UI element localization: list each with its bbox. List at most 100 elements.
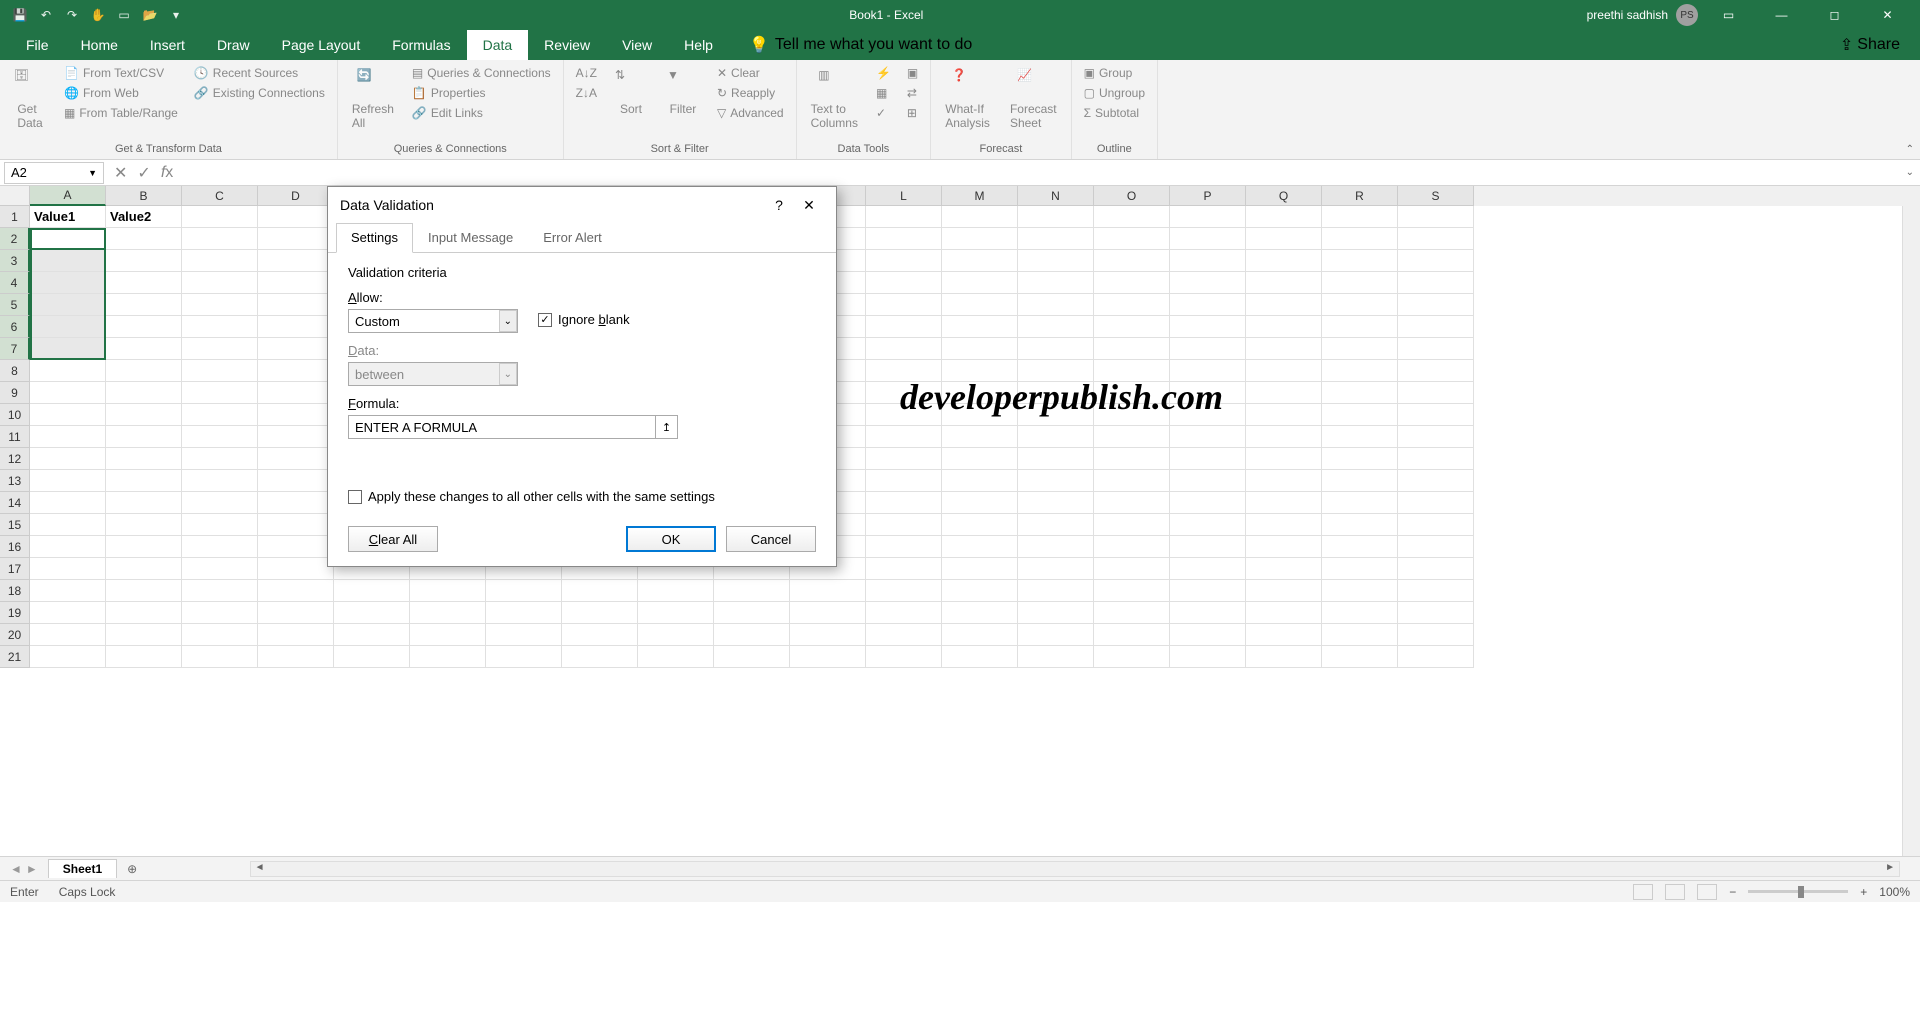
cell-S17[interactable] xyxy=(1398,558,1474,580)
cell-C11[interactable] xyxy=(182,426,258,448)
cell-S19[interactable] xyxy=(1398,602,1474,624)
zoom-slider[interactable] xyxy=(1748,890,1848,893)
sort-asc-button[interactable]: A↓Z xyxy=(572,64,601,82)
cell-B9[interactable] xyxy=(106,382,182,404)
zoom-level[interactable]: 100% xyxy=(1879,885,1910,899)
cell-Q17[interactable] xyxy=(1246,558,1322,580)
cell-B4[interactable] xyxy=(106,272,182,294)
cell-N6[interactable] xyxy=(1018,316,1094,338)
cell-R21[interactable] xyxy=(1322,646,1398,668)
advanced-filter-button[interactable]: ▽Advanced xyxy=(713,104,788,122)
cell-P5[interactable] xyxy=(1170,294,1246,316)
cell-O15[interactable] xyxy=(1094,514,1170,536)
cell-B21[interactable] xyxy=(106,646,182,668)
column-header-S[interactable]: S xyxy=(1398,186,1474,206)
cell-R19[interactable] xyxy=(1322,602,1398,624)
close-window-icon[interactable]: ✕ xyxy=(1865,0,1910,30)
cell-B17[interactable] xyxy=(106,558,182,580)
cell-S6[interactable] xyxy=(1398,316,1474,338)
column-header-A[interactable]: A xyxy=(30,186,106,206)
cell-R2[interactable] xyxy=(1322,228,1398,250)
column-header-N[interactable]: N xyxy=(1018,186,1094,206)
cell-S1[interactable] xyxy=(1398,206,1474,228)
row-header-15[interactable]: 15 xyxy=(0,514,30,536)
existing-connections-button[interactable]: 🔗Existing Connections xyxy=(190,84,329,102)
cell-L11[interactable] xyxy=(866,426,942,448)
cell-D16[interactable] xyxy=(258,536,334,558)
subtotal-button[interactable]: ΣSubtotal xyxy=(1080,104,1149,122)
relationships-button[interactable]: ⇄ xyxy=(903,84,922,102)
cell-G18[interactable] xyxy=(486,580,562,602)
dialog-tab-error-alert[interactable]: Error Alert xyxy=(528,223,617,252)
cell-C9[interactable] xyxy=(182,382,258,404)
cell-B1[interactable]: Value2 xyxy=(106,206,182,228)
cell-L19[interactable] xyxy=(866,602,942,624)
filter-button[interactable]: ▼ Filter xyxy=(661,64,705,120)
cell-J21[interactable] xyxy=(714,646,790,668)
cell-M20[interactable] xyxy=(942,624,1018,646)
cell-C13[interactable] xyxy=(182,470,258,492)
cell-F18[interactable] xyxy=(410,580,486,602)
cell-N3[interactable] xyxy=(1018,250,1094,272)
column-header-L[interactable]: L xyxy=(866,186,942,206)
cell-N19[interactable] xyxy=(1018,602,1094,624)
cell-P16[interactable] xyxy=(1170,536,1246,558)
cell-B20[interactable] xyxy=(106,624,182,646)
cell-A2[interactable] xyxy=(30,228,106,250)
row-header-4[interactable]: 4 xyxy=(0,272,30,294)
cell-N2[interactable] xyxy=(1018,228,1094,250)
cell-B16[interactable] xyxy=(106,536,182,558)
tab-file[interactable]: File xyxy=(10,30,65,60)
cell-S7[interactable] xyxy=(1398,338,1474,360)
cell-D13[interactable] xyxy=(258,470,334,492)
cell-M6[interactable] xyxy=(942,316,1018,338)
cell-D21[interactable] xyxy=(258,646,334,668)
ribbon-display-icon[interactable]: ▭ xyxy=(1706,0,1751,30)
row-header-19[interactable]: 19 xyxy=(0,602,30,624)
cell-Q9[interactable] xyxy=(1246,382,1322,404)
cell-O7[interactable] xyxy=(1094,338,1170,360)
cell-C8[interactable] xyxy=(182,360,258,382)
cell-N12[interactable] xyxy=(1018,448,1094,470)
cell-B5[interactable] xyxy=(106,294,182,316)
cell-B3[interactable] xyxy=(106,250,182,272)
touch-mode-icon[interactable]: ✋ xyxy=(88,5,108,25)
cell-P15[interactable] xyxy=(1170,514,1246,536)
row-header-21[interactable]: 21 xyxy=(0,646,30,668)
row-header-16[interactable]: 16 xyxy=(0,536,30,558)
cell-R9[interactable] xyxy=(1322,382,1398,404)
flash-fill-button[interactable]: ⚡ xyxy=(872,64,895,82)
expand-formula-bar-icon[interactable]: ⌄ xyxy=(1906,167,1914,178)
row-header-10[interactable]: 10 xyxy=(0,404,30,426)
zoom-out-button[interactable]: − xyxy=(1729,885,1736,899)
clear-all-button[interactable]: Clear All xyxy=(348,526,438,552)
formula-input[interactable] xyxy=(183,162,1920,184)
cell-C16[interactable] xyxy=(182,536,258,558)
add-sheet-button[interactable]: ⊕ xyxy=(117,862,147,876)
cell-R11[interactable] xyxy=(1322,426,1398,448)
cell-M16[interactable] xyxy=(942,536,1018,558)
cell-R13[interactable] xyxy=(1322,470,1398,492)
cell-N14[interactable] xyxy=(1018,492,1094,514)
cell-D2[interactable] xyxy=(258,228,334,250)
zoom-in-button[interactable]: + xyxy=(1860,885,1867,899)
cell-N16[interactable] xyxy=(1018,536,1094,558)
from-web-button[interactable]: 🌐From Web xyxy=(60,84,182,102)
cell-Q20[interactable] xyxy=(1246,624,1322,646)
share-button[interactable]: ⇪ Share xyxy=(1840,35,1920,55)
cell-O6[interactable] xyxy=(1094,316,1170,338)
save-icon[interactable]: 💾 xyxy=(10,5,30,25)
cell-D1[interactable] xyxy=(258,206,334,228)
cell-L21[interactable] xyxy=(866,646,942,668)
cell-J20[interactable] xyxy=(714,624,790,646)
from-text-csv-button[interactable]: 📄From Text/CSV xyxy=(60,64,182,82)
cell-P19[interactable] xyxy=(1170,602,1246,624)
cell-C6[interactable] xyxy=(182,316,258,338)
cell-S20[interactable] xyxy=(1398,624,1474,646)
cell-L3[interactable] xyxy=(866,250,942,272)
cell-L18[interactable] xyxy=(866,580,942,602)
cell-A3[interactable] xyxy=(30,250,106,272)
allow-dropdown[interactable]: Custom ⌄ xyxy=(348,309,518,333)
horizontal-scrollbar[interactable] xyxy=(250,861,1900,877)
cell-B6[interactable] xyxy=(106,316,182,338)
